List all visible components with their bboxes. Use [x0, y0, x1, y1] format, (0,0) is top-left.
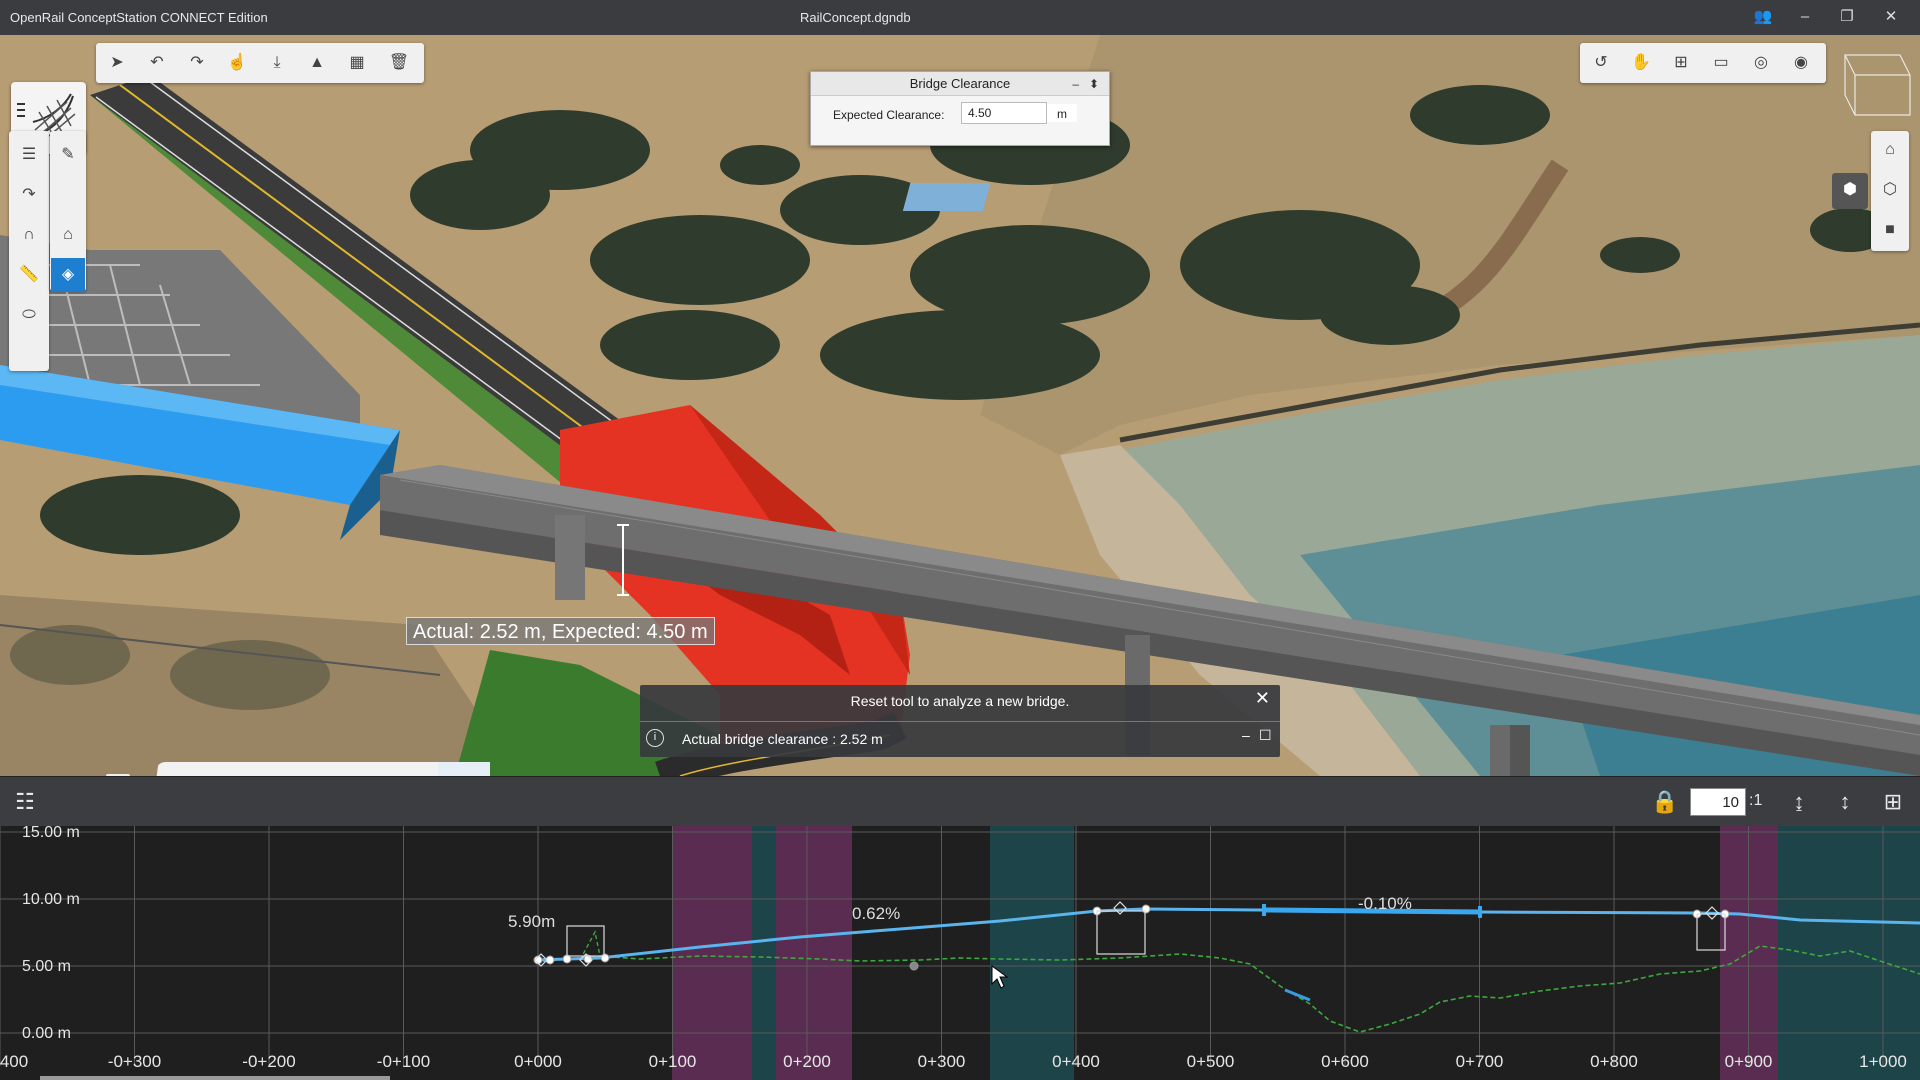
terrain-icon[interactable]: ▲	[300, 46, 334, 80]
tunnel-icon[interactable]: ⬭	[12, 298, 46, 332]
app-title: OpenRail ConceptStation CONNECT Edition	[10, 10, 268, 25]
left-toolbar: ☰ ↷ ∩ 📏 ⬭	[9, 131, 49, 371]
select-icon[interactable]: ➤	[100, 46, 134, 80]
grade-annotation-1: 0.62%	[852, 904, 900, 923]
x-axis-label: 0+900	[1725, 1052, 1773, 1071]
camera-icon[interactable]: ◉	[1784, 46, 1818, 80]
reset-message: Reset tool to analyze a new bridge.	[850, 693, 1070, 709]
redo-icon[interactable]: ↷	[180, 46, 214, 80]
x-axis-label: 0+700	[1456, 1052, 1504, 1071]
y-axis-label: 10.00 m	[22, 891, 80, 908]
road-icon[interactable]: ☰	[12, 138, 46, 172]
message-close-button[interactable]: ✕	[1255, 688, 1270, 709]
users-icon[interactable]: 👥	[1748, 6, 1778, 28]
pan-icon[interactable]: ✋	[1624, 46, 1658, 80]
message-divider	[640, 721, 1280, 722]
pointer-icon[interactable]: ☝	[220, 46, 254, 80]
minimize-button[interactable]: –	[1790, 6, 1820, 28]
restore-button[interactable]: ❐	[1832, 6, 1862, 28]
view-mode-icon[interactable]: ⬢	[1832, 173, 1868, 209]
profile-view[interactable]: 5.90m 0.62% -0.10% 15.00 m 10.00 m 5.00 m 0…	[0, 826, 1920, 1080]
x-axis-label: 0+600	[1321, 1052, 1369, 1071]
y-axis-label: 5.00 m	[22, 958, 71, 975]
view-toolbar: ↺ ✋ ⊞ ▭ ◎ ◉	[1580, 43, 1826, 83]
teal-band	[1778, 826, 1920, 1080]
grid-icon[interactable]: ▦	[340, 46, 374, 80]
y-axis-label: 15.00 m	[22, 826, 80, 841]
grade-annotation-2: -0.10%	[1358, 894, 1412, 913]
x-axis-label: 0+100	[649, 1052, 697, 1071]
purple-band	[776, 826, 852, 1080]
x-axis-label: 400	[0, 1052, 28, 1071]
zoom-extents-icon[interactable]: ⊞	[1878, 787, 1908, 817]
document-title: RailConcept.dgndb	[800, 10, 911, 25]
expected-clearance-input[interactable]	[961, 102, 1047, 124]
panel-title: Bridge Clearance	[909, 76, 1011, 91]
x-axis-label: 0+800	[1590, 1052, 1638, 1071]
3d-viewport[interactable]: ➤ ↶ ↷ ☝ ⤓ ▲ ▦ 🗑 ☰ ↷ ∩ 📏 ⬭ ✎ ⌂ ◈ Bridge C…	[0, 35, 1920, 776]
clearance-icon[interactable]: ◈	[51, 258, 85, 292]
top-toolbar: ➤ ↶ ↷ ☝ ⤓ ▲ ▦ 🗑	[96, 43, 424, 83]
y-axis-label: 0.00 m	[22, 1025, 71, 1042]
elevation-annotation: 5.90m	[508, 912, 555, 931]
cube-icon[interactable]: ⬡	[1873, 173, 1907, 207]
terrain-scene	[0, 35, 1920, 776]
measure-icon[interactable]: 📏	[12, 258, 46, 292]
teal-band	[990, 826, 1074, 1080]
x-axis-label: -0+300	[108, 1052, 161, 1071]
title-bar: OpenRail ConceptStation CONNECT Edition …	[0, 0, 1920, 35]
viewport-tab-bar: 🖼 ☰ ❀ ⚒ ≈ ⌃	[100, 762, 490, 776]
clearance-result-label: Actual: 2.52 m, Expected: 4.50 m	[406, 617, 715, 645]
x-axis-label: 0+300	[918, 1052, 966, 1071]
message-box: Reset tool to analyze a new bridge. ✕ i …	[640, 685, 1280, 757]
home-icon[interactable]: ⌂	[1873, 133, 1907, 167]
unit-label: m	[1047, 104, 1077, 122]
stretch-vertical-icon[interactable]: ↨	[1784, 787, 1814, 817]
clearance-message: Actual bridge clearance : 2.52 m	[682, 731, 883, 747]
vertical-scale-input[interactable]	[1690, 788, 1746, 816]
x-axis-label: 0+200	[783, 1052, 831, 1071]
fit-icon[interactable]: ⊞	[1664, 46, 1698, 80]
x-axis-label: 0+500	[1187, 1052, 1235, 1071]
window-icon[interactable]: ▭	[1704, 46, 1738, 80]
expected-clearance-label: Expected Clearance:	[833, 108, 945, 122]
panel-header: Bridge Clearance – ⬍	[811, 72, 1109, 96]
close-button[interactable]: ✕	[1876, 6, 1906, 28]
bridge-icon[interactable]: ∩	[12, 218, 46, 252]
video-icon[interactable]: ■	[1873, 213, 1907, 247]
curve-icon[interactable]: ↷	[12, 178, 46, 212]
export-icon[interactable]: ⤓	[260, 46, 294, 80]
rotate-icon[interactable]: ↺	[1584, 46, 1618, 80]
delete-icon[interactable]: 🗑	[382, 46, 416, 80]
x-axis-label: -0+200	[242, 1052, 295, 1071]
zoom-icon[interactable]: ◎	[1744, 46, 1778, 80]
pencil-icon[interactable]: ✎	[51, 138, 85, 172]
x-axis-label: 0+400	[1052, 1052, 1100, 1071]
left-subtoolbar: ✎ ⌂ ◈	[50, 131, 86, 292]
bridge-clearance-panel: Bridge Clearance – ⬍ Expected Clearance:…	[810, 71, 1110, 146]
x-axis-label: -0+100	[377, 1052, 430, 1071]
message-minimize-button[interactable]: –	[1242, 727, 1250, 743]
shrink-vertical-icon[interactable]: ↕	[1830, 787, 1860, 817]
horizontal-scrollbar[interactable]	[40, 1076, 390, 1080]
undo-icon[interactable]: ↶	[140, 46, 174, 80]
bridge-tool-icon[interactable]: ⌂	[51, 218, 85, 252]
purple-band	[672, 826, 752, 1080]
x-axis-label: 1+000	[1859, 1052, 1907, 1071]
profile-chart: 5.90m 0.62% -0.10% 15.00 m 10.00 m 5.00 m 0…	[0, 826, 1920, 1080]
teal-band	[752, 826, 776, 1080]
x-axis-label: 0+000	[514, 1052, 562, 1071]
profile-menu-icon[interactable]: ☷	[10, 787, 40, 817]
message-maximize-button[interactable]: ☐	[1259, 727, 1272, 744]
right-toolbar: ⌂ ⬡ ■	[1871, 131, 1909, 251]
panel-minimize-button[interactable]: –	[1072, 72, 1079, 96]
lock-icon[interactable]: 🔒	[1650, 787, 1680, 817]
profile-toolbar: ☷ 🔒 :1 ↨ ↕ ⊞	[0, 776, 1920, 826]
scale-suffix: :1	[1749, 792, 1763, 809]
info-icon: i	[646, 729, 664, 747]
panel-pin-button[interactable]: ⬍	[1089, 72, 1099, 96]
